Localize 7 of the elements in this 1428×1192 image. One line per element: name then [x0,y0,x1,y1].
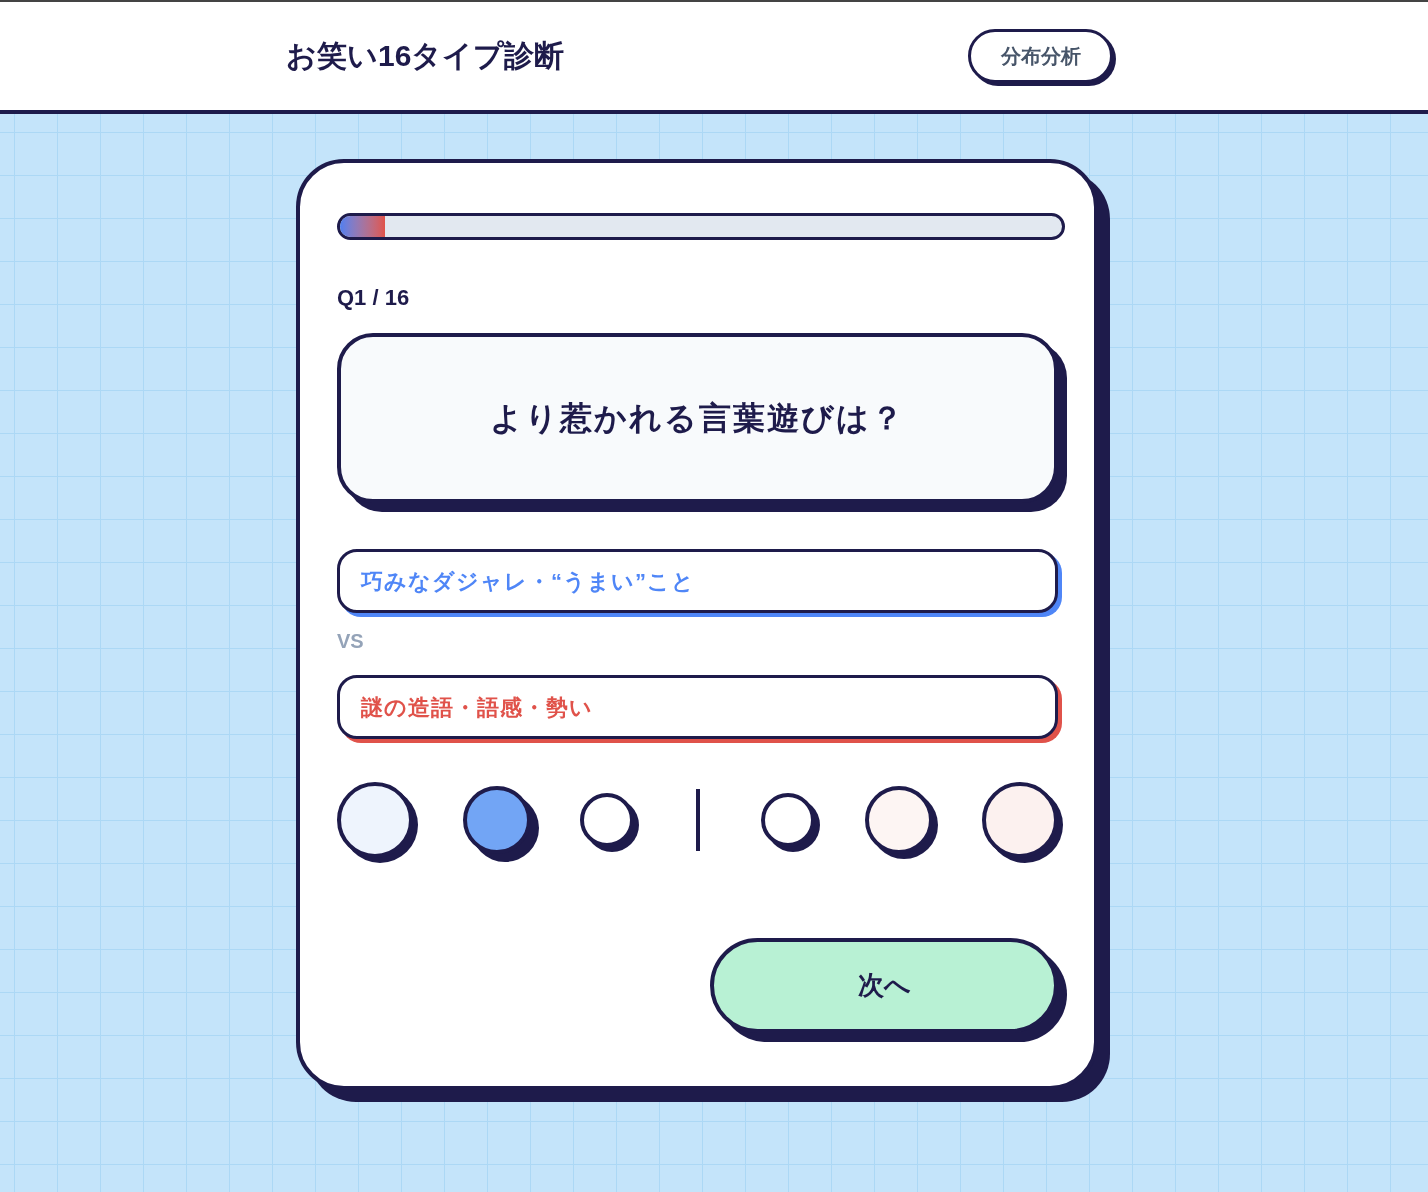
choice-text: 巧みなダジャレ・“うまい”こと [361,567,695,596]
question-counter: Q1 / 16 [337,286,411,310]
question-text: より惹かれる言葉遊びは？ [490,399,905,438]
versus-label: VS [337,631,364,651]
choice-text: 謎の造語・語感・勢い [361,693,593,722]
distribution-analysis-button[interactable]: 分布分析 [968,29,1113,83]
app-title: お笑い16タイプ診断 [286,41,565,71]
